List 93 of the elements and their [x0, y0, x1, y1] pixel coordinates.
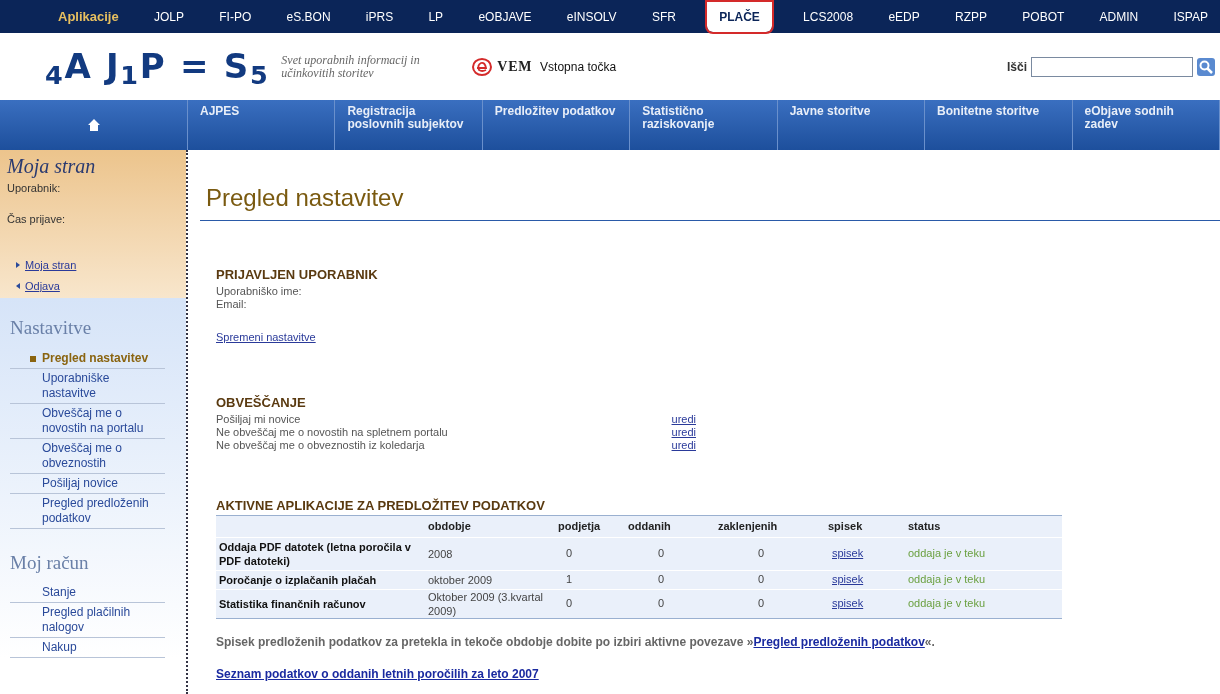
app-tab[interactable]: eEDP — [884, 7, 924, 26]
table-cell: 0 — [628, 589, 718, 618]
sidebar-item[interactable]: Stanje — [10, 583, 165, 603]
note-text: Spisek predloženih podatkov za pretekla in tekoče obdobje dobite po izbiri aktivne povezave »Pregled predloženih podatkov«. — [216, 633, 936, 651]
app-tab[interactable]: eINSOLV — [562, 7, 621, 26]
sidebar-item[interactable]: Pregled plačilnih nalogov — [10, 603, 165, 638]
ajpes-logo: $_{4}$A J$_{1}$P = S$_{5}$ — [45, 45, 270, 92]
applications-label: Aplikacije — [57, 7, 120, 26]
edit-link[interactable]: uredi — [671, 425, 696, 439]
app-tab[interactable]: JOLP — [150, 7, 188, 26]
app-tab[interactable]: ISPAP — [1169, 7, 1212, 26]
change-settings-link[interactable]: Spremeni nastavitve — [216, 328, 316, 345]
table-cell: Oktober 2009 (3.kvartal 2009) — [428, 589, 558, 618]
app-tab[interactable]: POBOT — [1018, 7, 1069, 26]
home-icon[interactable] — [86, 118, 101, 132]
entry-point-label: Vstopna točka — [540, 58, 617, 76]
section-heading: PRIJAVLJEN UPORABNIK — [216, 266, 379, 284]
page-title: Pregled nastavitev — [205, 183, 405, 213]
column-header: status — [908, 515, 1062, 537]
table-cell: 0 — [718, 537, 828, 570]
app-tab[interactable]: LP — [424, 7, 448, 26]
search-icon[interactable] — [1197, 57, 1215, 76]
list-link[interactable]: spisek — [832, 547, 864, 560]
e-logo-icon — [471, 56, 494, 77]
sidebar-item[interactable]: Obveščaj me o novostih na portalu — [10, 403, 165, 439]
field-label: Uporabniško ime: — [216, 284, 303, 298]
my-page-title: Moja stran — [7, 156, 97, 176]
notification-label: Pošiljaj mi novice — [216, 412, 302, 426]
tagline: Svet uporabnih informacij in učinkovitih storitev — [281, 53, 421, 80]
search-field[interactable] — [1031, 56, 1193, 77]
app-tab[interactable]: RZPP — [951, 7, 992, 26]
sidebar-item[interactable]: Obveščaj me o obveznostih — [10, 438, 165, 474]
sidebar-link[interactable]: Moja stran — [25, 257, 77, 274]
app-tab[interactable]: LCS2008 — [799, 7, 858, 26]
sidebar-item[interactable]: Pošiljaj novice — [10, 473, 165, 494]
column-header: podjetja — [558, 515, 628, 537]
notification-label: Ne obveščaj me o obveznostih iz koledarja — [216, 438, 426, 452]
app-tab[interactable]: eOBJAVE — [474, 7, 536, 26]
list-link[interactable]: spisek — [832, 597, 864, 610]
table-cell: 0 — [718, 570, 828, 589]
right-triangle-icon — [15, 261, 21, 270]
nav-item[interactable]: eObjave sodnih zadev — [1072, 100, 1220, 150]
table-cell: 0 — [718, 589, 828, 618]
app-tab[interactable]: PLAČE — [707, 1, 772, 32]
edit-link[interactable]: uredi — [671, 412, 696, 426]
search-label: Išči — [1007, 58, 1027, 76]
column-header: obdobje — [428, 515, 558, 537]
sidebar-item[interactable]: Pregled nastavitev — [10, 348, 165, 369]
sidebar-item[interactable]: Pregled predloženih podatkov — [10, 493, 165, 529]
table-cell: 0 — [558, 589, 628, 618]
sidebar-item[interactable]: Nakup — [10, 638, 165, 658]
column-header: oddanih — [628, 515, 718, 537]
nav-item[interactable]: Javne storitve — [777, 100, 926, 150]
nav-item[interactable]: Predložitev podatkov — [482, 100, 631, 150]
table-cell: 0 — [628, 570, 718, 589]
list-link[interactable]: spisek — [832, 573, 864, 586]
column-header: spisek — [828, 515, 908, 537]
table-cell: Statistika finančnih računov — [216, 589, 428, 618]
status-text: oddaja je v teku — [908, 537, 1062, 570]
user-label: Uporabnik: — [7, 181, 62, 196]
table-cell: 0 — [558, 537, 628, 570]
sidebar-section-title: Nastavitve — [9, 316, 93, 340]
sidebar-item[interactable]: Uporabniške nastavitve — [10, 368, 165, 404]
table-cell: Poročanje o izplačanih plačah — [216, 570, 428, 589]
app-tab[interactable]: ADMIN — [1095, 7, 1143, 26]
status-text: oddaja je v teku — [908, 589, 1062, 618]
left-triangle-icon — [15, 281, 21, 290]
status-text: oddaja je v teku — [908, 570, 1062, 589]
nav-item[interactable]: Registracija poslovnih subjektov — [335, 100, 483, 150]
sidebar-link[interactable]: Odjava — [25, 277, 60, 294]
app-tab[interactable]: FI-PO — [215, 7, 256, 26]
nav-item[interactable]: AJPES — [188, 100, 336, 150]
edit-link[interactable]: uredi — [671, 438, 696, 452]
section-heading: AKTIVNE APLIKACIJE ZA PREDLOŽITEV PODATKOV — [216, 496, 546, 515]
notification-label: Ne obveščaj me o novostih na spletnem portalu — [216, 425, 449, 439]
submitted-data-link[interactable]: Pregled predloženih podatkov — [753, 634, 925, 649]
column-header: zaklenjenih — [718, 515, 828, 537]
nav-item[interactable]: Statistično raziskovanje — [630, 100, 778, 150]
app-tab[interactable]: SFR — [647, 7, 680, 26]
table-cell: 2008 — [428, 537, 558, 570]
sidebar-section-title: Moj račun — [9, 550, 90, 575]
section-heading: OBVEŠČANJE — [216, 394, 307, 412]
annual-reports-link[interactable]: Seznam podatkov o oddanih letnih poročilih za leto 2007 — [216, 664, 539, 683]
table-cell: oktober 2009 — [428, 570, 558, 589]
app-tab[interactable]: eS.BON — [282, 7, 335, 26]
table-cell: Oddaja PDF datotek (letna poročila v PDF datoteki) — [216, 537, 428, 570]
table-cell: 0 — [628, 537, 718, 570]
app-tab[interactable]: iPRS — [361, 7, 398, 26]
vem-logo: VEM — [497, 58, 533, 76]
field-label: Email: — [216, 297, 248, 311]
nav-item[interactable]: Bonitetne storitve — [925, 100, 1073, 150]
login-time-label: Čas prijave: — [7, 211, 67, 227]
table-cell: 1 — [558, 570, 628, 589]
